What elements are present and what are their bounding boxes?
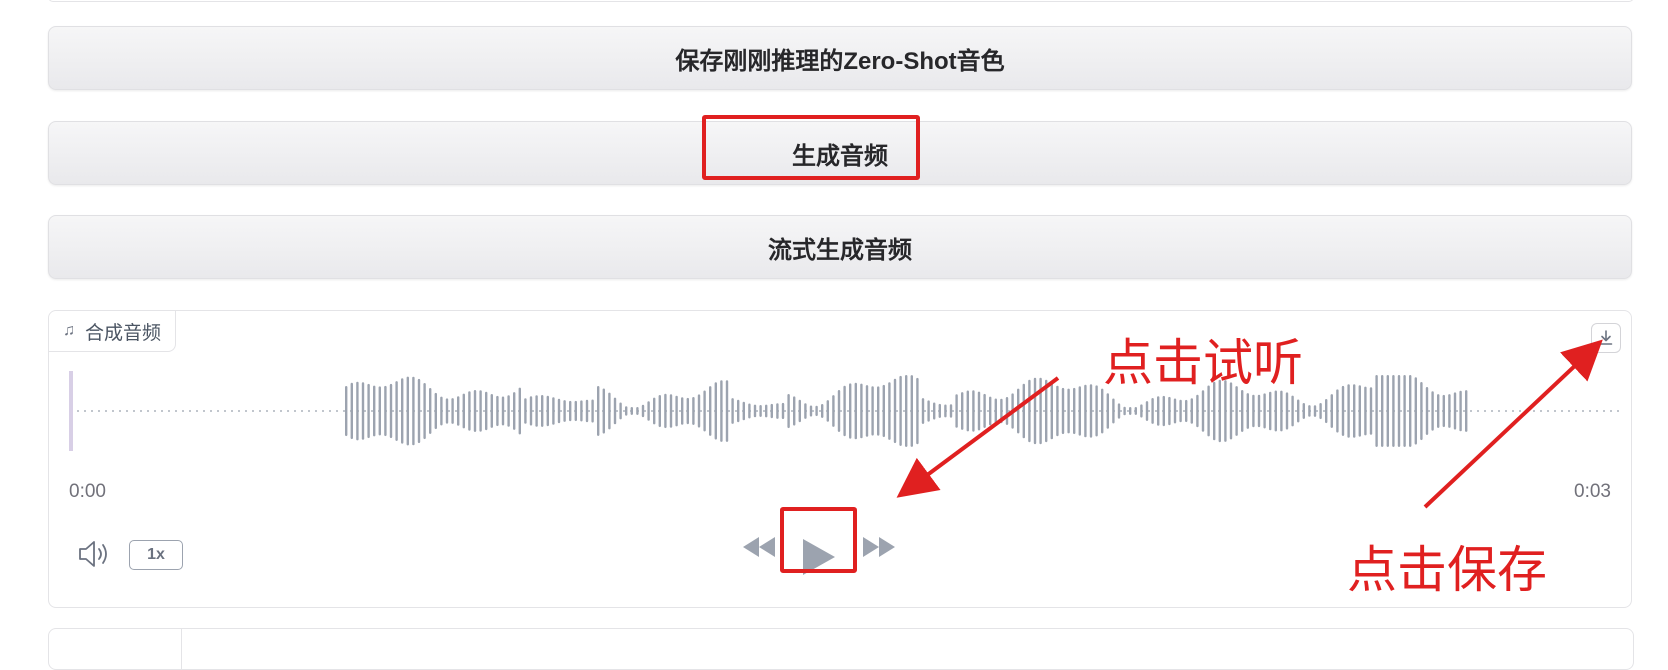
- annotation-listen: 点击试听: [1103, 334, 1303, 392]
- annotation-save: 点击保存: [1347, 541, 1547, 599]
- arrow-to-play: [896, 376, 1060, 498]
- arrow-to-download: [1423, 339, 1603, 509]
